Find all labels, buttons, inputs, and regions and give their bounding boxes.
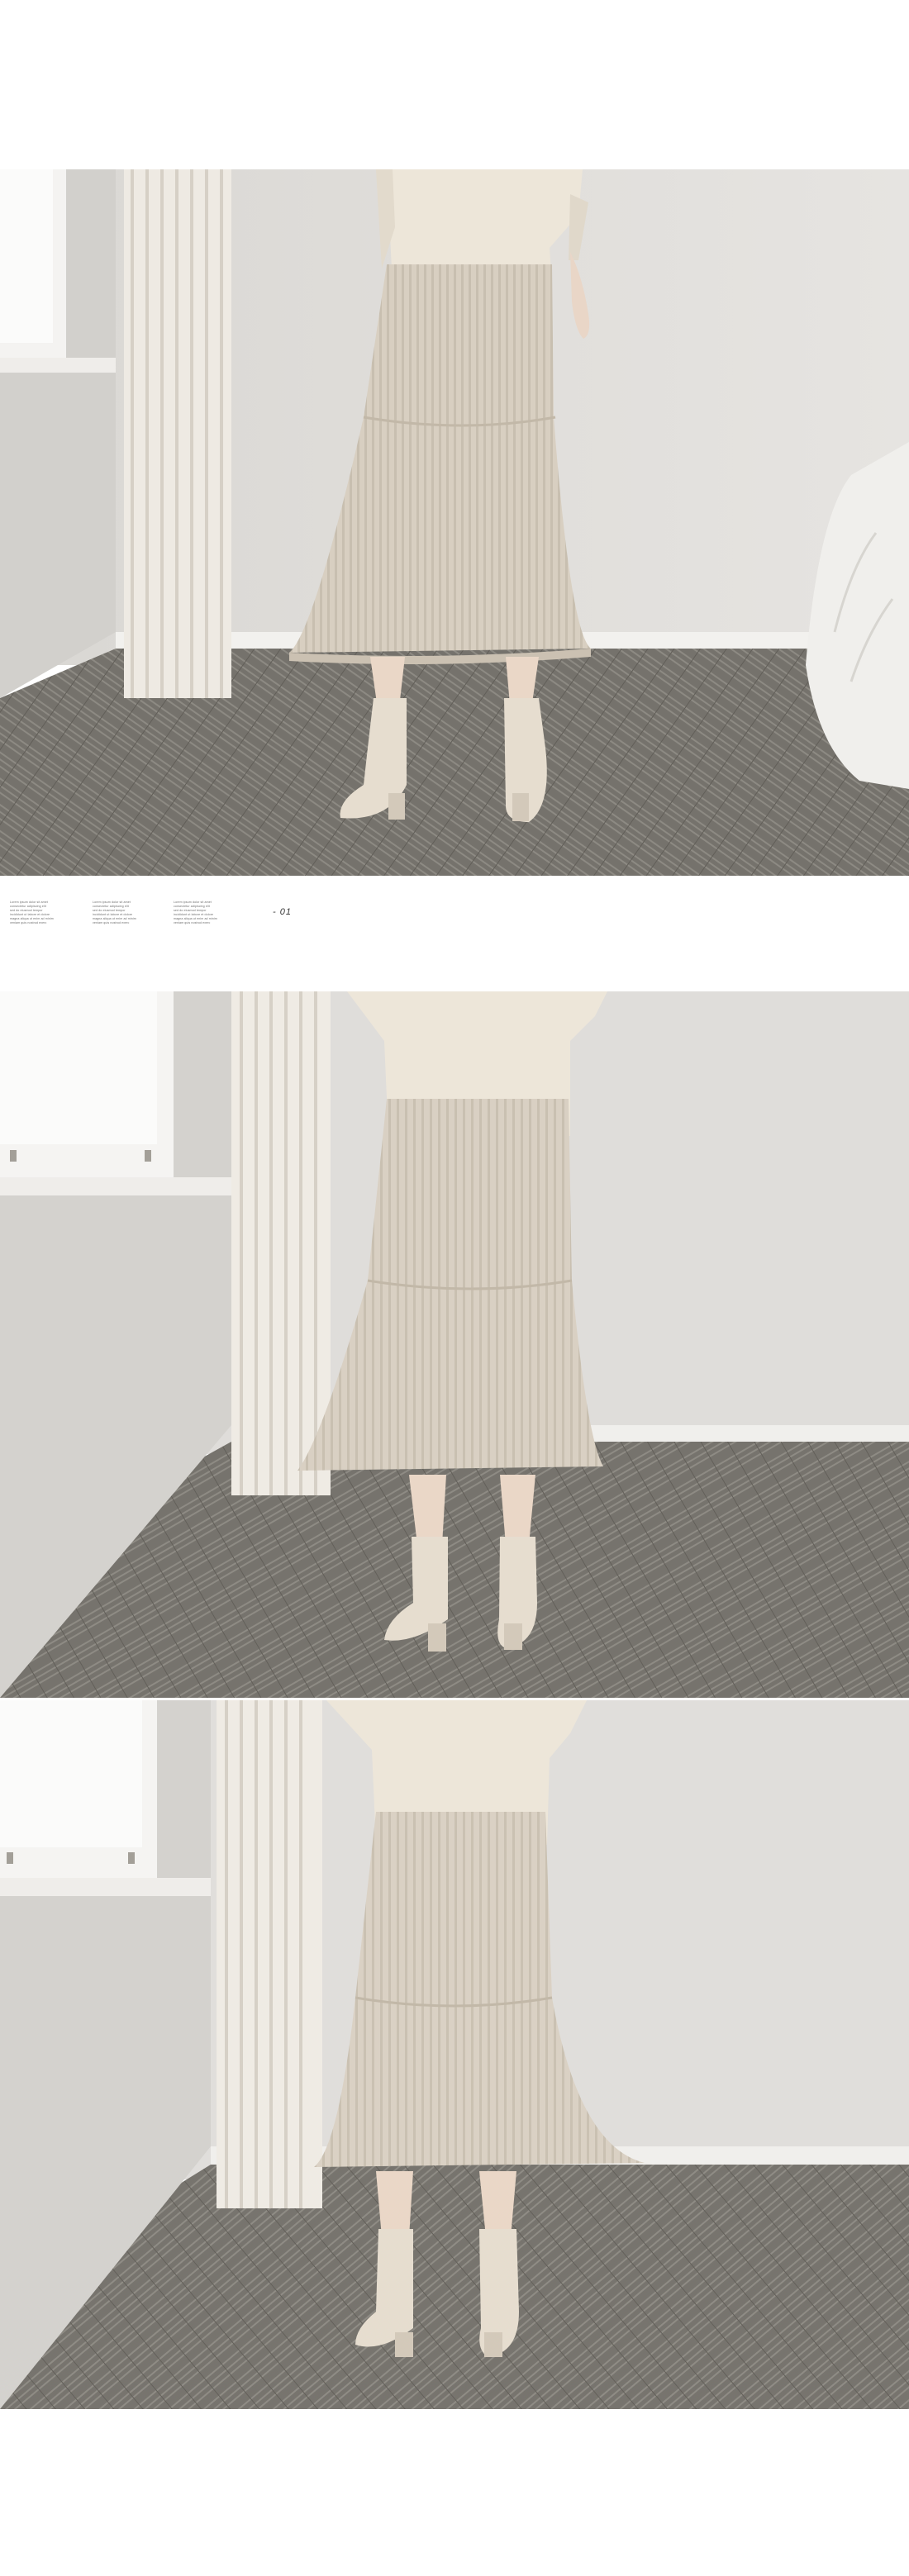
product-photo-1 — [0, 169, 909, 876]
caption-column-3: Lorem ipsum dolor sit amet consectetur a… — [174, 901, 246, 925]
model-back-view-image — [0, 991, 909, 1698]
model-back-view-image-2 — [0, 1700, 909, 2409]
caption-row: Lorem ipsum dolor sit amet consectetur a… — [10, 901, 423, 934]
caption-column-1: Lorem ipsum dolor sit amet consectetur a… — [10, 901, 83, 925]
product-photo-3 — [0, 1700, 909, 2409]
caption-line: veniam quis nostrud exerc — [10, 921, 47, 924]
model-front-view-image — [0, 169, 909, 876]
page-number: - 01 — [273, 907, 292, 917]
caption-line: veniam quis nostrud exerc — [174, 921, 211, 924]
product-photo-2 — [0, 991, 909, 1698]
caption-line: veniam quis nostrud exerc — [93, 921, 130, 924]
caption-column-2: Lorem ipsum dolor sit amet consectetur a… — [93, 901, 165, 925]
